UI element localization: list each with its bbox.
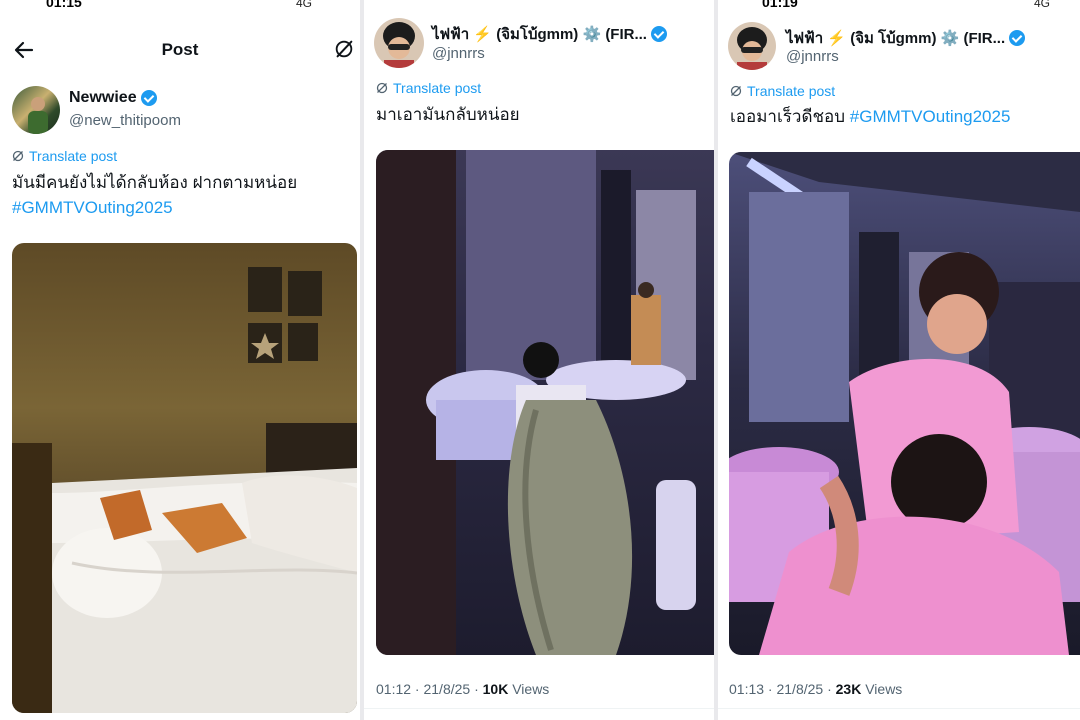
post-photo-banquet-hall[interactable] <box>376 150 714 655</box>
post-text: มันมีคนยังไม่ได้กลับห้อง ฝากตามหน่อย <box>12 173 298 192</box>
hashtag-link[interactable]: #GMMTVOuting2025 <box>850 107 1011 126</box>
post-photo-party[interactable] <box>729 152 1080 655</box>
verified-badge-icon <box>650 26 667 42</box>
post-panel-newwiee: 01:15 4G Post Newwiee @new_thitipoom Tra… <box>0 0 360 720</box>
translate-icon <box>730 85 742 97</box>
author-name-text[interactable]: ไฟฟ้า ⚡ (จิมโบ้gmm) ⚙️ (FIR... <box>432 22 647 46</box>
author-name-text[interactable]: ไฟฟ้า ⚡ (จิม โบ้gmm) ⚙️ (FIR... <box>786 26 1005 50</box>
translate-label[interactable]: Translate post <box>393 80 481 96</box>
post-meta: 01:13 · 21/8/25 · 23K Views <box>729 681 902 697</box>
verified-badge-icon <box>1009 30 1026 46</box>
page-title: Post <box>161 40 199 59</box>
hashtag-link[interactable]: #GMMTVOuting2025 <box>12 195 173 221</box>
translate-post-button[interactable]: Translate post <box>376 80 481 96</box>
translate-label[interactable]: Translate post <box>747 83 835 99</box>
status-network: 4G <box>296 0 313 10</box>
post-timestamp: 01:13 · 21/8/25 · <box>729 681 836 697</box>
avatar[interactable] <box>374 18 424 68</box>
author-name-text[interactable]: Newwiee <box>69 89 137 107</box>
views-count: 10K <box>482 681 509 697</box>
status-network: 4G <box>1034 0 1051 10</box>
post-panel-jnnrrs-2: 01:19 4G ไฟฟ้า ⚡ (จิม โบ้gmm) ⚙️ (FIR...… <box>718 0 1080 720</box>
translate-icon <box>12 150 24 162</box>
grok-icon[interactable] <box>333 38 355 60</box>
post-text-body: เออมาเร็วดีชอบ <box>730 107 846 126</box>
translate-label[interactable]: Translate post <box>29 148 117 164</box>
translate-icon <box>376 82 388 94</box>
post-meta: 01:12 · 21/8/25 · 10K Views <box>376 681 549 697</box>
post-text: เออมาเร็วดีชอบ #GMMTVOuting2025 <box>730 104 1010 130</box>
status-time: 01:19 <box>762 0 798 10</box>
views-count: 23K <box>835 681 862 697</box>
views-label: Views <box>861 681 903 697</box>
translate-post-button[interactable]: Translate post <box>730 83 835 99</box>
verified-badge-icon <box>140 90 157 106</box>
author-name[interactable]: ไฟฟ้า ⚡ (จิม โบ้gmm) ⚙️ (FIR... <box>786 26 1026 50</box>
translate-post-button[interactable]: Translate post <box>12 148 117 164</box>
status-time: 01:15 <box>46 0 82 10</box>
divider <box>718 708 1080 709</box>
author-name[interactable]: ไฟฟ้า ⚡ (จิมโบ้gmm) ⚙️ (FIR... <box>432 22 667 46</box>
post-timestamp: 01:12 · 21/8/25 · <box>376 681 483 697</box>
views-label: Views <box>508 681 550 697</box>
avatar[interactable] <box>12 86 60 134</box>
avatar[interactable] <box>728 22 776 70</box>
author-name[interactable]: Newwiee <box>69 89 157 107</box>
post-panel-jnnrrs-1: ไฟฟ้า ⚡ (จิมโบ้gmm) ⚙️ (FIR... @jnnrrs T… <box>364 0 714 720</box>
author-handle[interactable]: @jnnrrs <box>786 48 839 65</box>
author-handle[interactable]: @jnnrrs <box>432 45 485 62</box>
divider <box>364 708 714 709</box>
post-photo-hotel-room[interactable] <box>12 243 357 713</box>
post-text: มาเอามันกลับหน่อย <box>376 105 520 124</box>
author-handle[interactable]: @new_thitipoom <box>69 112 181 129</box>
